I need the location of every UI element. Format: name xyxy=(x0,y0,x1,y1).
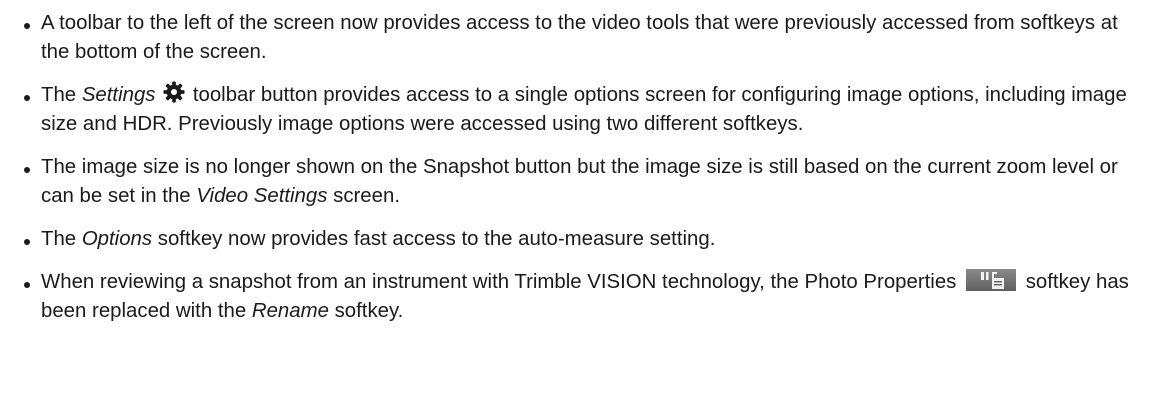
bullet-list: A toolbar to the left of the screen now … xyxy=(24,9,1148,340)
video-settings-term: Video Settings xyxy=(196,185,328,207)
bullet-text-pre: When reviewing a snapshot from an instru… xyxy=(41,271,963,293)
bullet-text-pre: The xyxy=(41,84,82,106)
bullet-text: A toolbar to the left of the screen now … xyxy=(41,12,1118,63)
bullet-icon xyxy=(24,167,30,173)
bullet-icon xyxy=(24,282,30,288)
bullet-text-pre: The xyxy=(41,228,82,250)
gear-icon xyxy=(163,81,185,103)
bullet-icon xyxy=(24,239,30,245)
bullet-text-post: softkey now provides fast access to the … xyxy=(152,228,716,250)
list-item: When reviewing a snapshot from an instru… xyxy=(24,268,1148,326)
list-item: The Options softkey now provides fast ac… xyxy=(24,225,1148,254)
bullet-icon xyxy=(24,95,30,101)
bullet-text-post: toolbar button provides access to a sing… xyxy=(41,84,1127,135)
bullet-icon xyxy=(24,23,30,29)
bullet-text-post: screen. xyxy=(327,185,400,207)
options-term: Options xyxy=(81,228,153,250)
settings-term: Settings xyxy=(81,84,156,106)
bullet-text-post: softkey. xyxy=(328,300,404,322)
list-item: The image size is no longer shown on the… xyxy=(24,153,1148,211)
rename-term: Rename xyxy=(251,300,329,322)
list-item: A toolbar to the left of the screen now … xyxy=(24,9,1148,67)
list-item: The Settings toolbar button provides acc… xyxy=(24,81,1148,139)
photo-properties-icon xyxy=(966,269,1017,291)
document-page: A toolbar to the left of the screen now … xyxy=(0,0,1152,401)
